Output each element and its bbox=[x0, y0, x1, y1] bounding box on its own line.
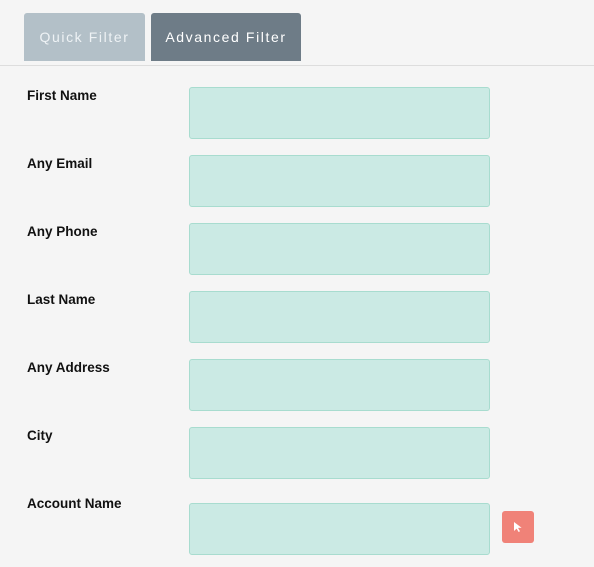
last-name-label: Last Name bbox=[27, 292, 96, 307]
tab-advanced-filter[interactable]: Advanced Filter bbox=[151, 13, 301, 61]
any-address-input[interactable] bbox=[189, 359, 490, 411]
any-email-input[interactable] bbox=[189, 155, 490, 207]
first-name-input[interactable] bbox=[189, 87, 490, 139]
city-label: City bbox=[27, 428, 53, 443]
any-address-label: Any Address bbox=[27, 360, 110, 375]
any-phone-label: Any Phone bbox=[27, 224, 98, 239]
any-phone-input[interactable] bbox=[189, 223, 490, 275]
account-name-label: Account Name bbox=[27, 496, 122, 511]
tab-quick-filter[interactable]: Quick Filter bbox=[24, 13, 145, 61]
filter-tab-bar: Quick Filter Advanced Filter bbox=[0, 0, 594, 66]
any-email-label: Any Email bbox=[27, 156, 93, 171]
cursor-arrow-icon bbox=[514, 522, 522, 532]
account-name-input[interactable] bbox=[189, 503, 490, 555]
select-account-button[interactable] bbox=[502, 511, 534, 543]
first-name-label: First Name bbox=[27, 88, 97, 103]
last-name-input[interactable] bbox=[189, 291, 490, 343]
city-input[interactable] bbox=[189, 427, 490, 479]
